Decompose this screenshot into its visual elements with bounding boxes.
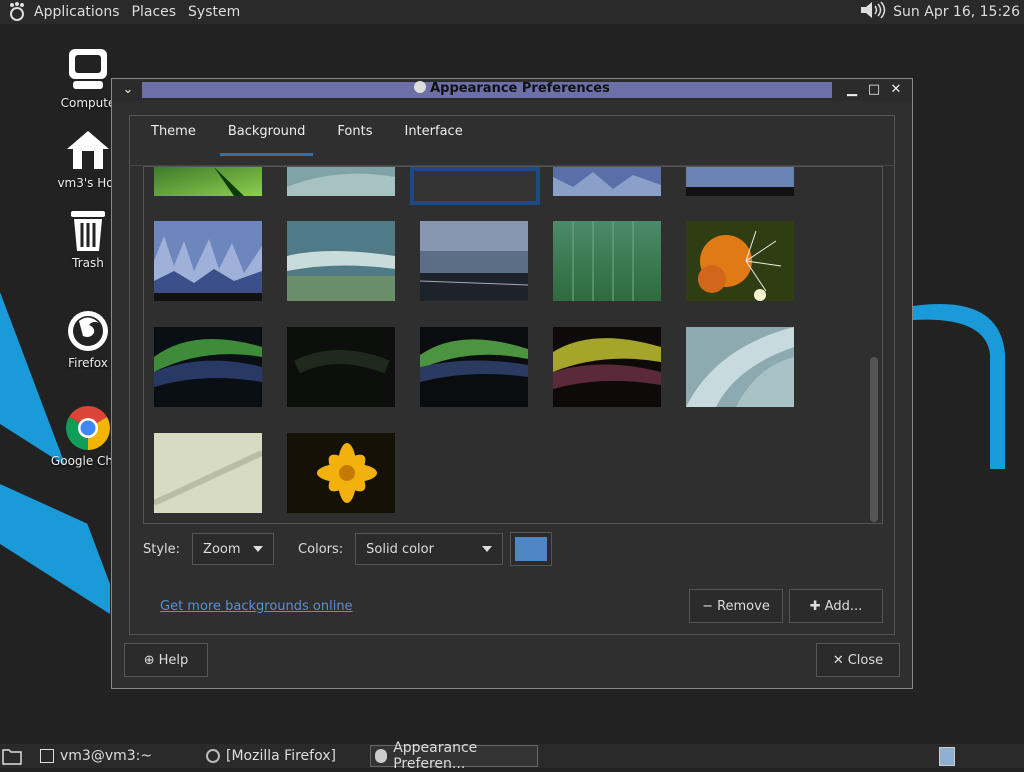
home-icon [64,126,112,174]
window-title-text: Appearance Preferences [430,81,610,96]
style-dropdown[interactable]: Zoom [192,533,275,565]
gallery-scrollbar[interactable] [870,357,878,522]
style-value: Zoom [203,541,241,557]
appearance-shield-icon [414,81,427,93]
background-gallery[interactable] [143,166,883,524]
background-thumb[interactable] [420,327,528,407]
menu-applications[interactable]: Applications [28,4,126,20]
style-label: Style: [143,541,181,557]
background-thumb[interactable] [154,167,262,196]
selected-background-thumb[interactable] [410,167,540,205]
terminal-icon [40,749,54,763]
tab-theme[interactable]: Theme [135,116,212,156]
tab-interface[interactable]: Interface [388,116,478,156]
background-thumb[interactable] [287,327,395,407]
color-swatch [515,537,548,561]
firefox-small-icon [206,749,220,763]
taskbar-item-appearance[interactable]: Appearance Preferen... [370,740,538,772]
window-title: Appearance Preferences [112,79,912,101]
close-window-icon[interactable]: ✕ [888,82,904,98]
taskbar-label: [Mozilla Firefox] [226,748,336,764]
background-thumb[interactable] [686,221,794,301]
trash-icon [64,206,112,254]
minus-icon: − [702,598,714,614]
taskbar-label: vm3@vm3:~ [60,748,153,764]
taskbar-item-firefox[interactable]: [Mozilla Firefox] [206,745,336,767]
top-panel: Applications Places System Sun Apr 16, 1… [0,0,1024,24]
computer-icon [64,46,112,94]
background-thumb[interactable] [154,221,262,301]
add-label: Add... [824,598,863,614]
help-button[interactable]: ⊕ Help [124,643,208,677]
background-thumb[interactable] [553,221,661,301]
menu-places[interactable]: Places [126,4,183,20]
chevron-down-icon [482,546,493,552]
preferences-notebook: Theme Background Fonts Interface Style: … [129,115,895,635]
workspace-switcher[interactable] [939,747,955,766]
background-thumb[interactable] [686,327,794,407]
taskbar-label: Appearance Preferen... [393,740,478,772]
top-menu: Applications Places System [28,0,246,24]
remove-label: Remove [717,598,770,614]
background-thumb[interactable] [287,433,395,513]
minimize-icon[interactable]: ▁ [844,82,860,98]
color-picker-button[interactable] [510,532,553,566]
speaker-icon[interactable] [859,0,887,24]
firefox-icon [64,306,112,354]
background-thumb[interactable] [154,327,262,407]
close-button[interactable]: ✕ Close [816,643,900,677]
chevron-down-icon [253,546,264,552]
style-controls: Style: Zoom Colors: Solid color [143,532,883,566]
help-icon: ⊕ [143,652,155,668]
show-desktop-icon[interactable] [2,745,22,767]
background-thumb[interactable] [553,167,661,196]
bottom-panel: vm3@vm3:~ [Mozilla Firefox] Appearance P… [0,740,1024,772]
tab-fonts[interactable]: Fonts [321,116,388,156]
maximize-icon[interactable]: □ [866,82,882,98]
colors-value: Solid color [366,541,434,557]
tab-strip: Theme Background Fonts Interface [135,116,479,156]
background-thumb[interactable] [420,221,528,301]
more-backgrounds-link[interactable]: Get more backgrounds online [160,599,353,614]
gnome-foot-icon[interactable] [6,1,28,23]
menu-system[interactable]: System [182,4,246,20]
chrome-icon [64,404,112,452]
close-icon: ✕ [832,652,844,668]
help-label: Help [158,652,189,668]
title-bar[interactable]: ⌄ Appearance Preferences ▁ □ ✕ [112,79,912,101]
background-thumb[interactable] [553,327,661,407]
taskbar-item-terminal[interactable]: vm3@vm3:~ [40,745,152,767]
background-thumb[interactable] [686,167,794,196]
appearance-small-icon [375,749,388,763]
clock[interactable]: Sun Apr 16, 15:26 [893,4,1020,20]
background-thumb[interactable] [287,167,395,196]
colors-dropdown[interactable]: Solid color [355,533,504,565]
background-thumb[interactable] [154,433,262,513]
plus-icon: ✚ [809,598,821,614]
top-panel-right: Sun Apr 16, 15:26 [859,0,1020,24]
remove-button[interactable]: − Remove [689,589,783,623]
appearance-preferences-window: ⌄ Appearance Preferences ▁ □ ✕ Theme Bac… [111,78,913,689]
add-button[interactable]: ✚ Add... [789,589,883,623]
colors-label: Colors: [298,541,344,557]
close-label: Close [847,652,884,668]
tab-background[interactable]: Background [212,116,322,156]
background-thumb[interactable] [287,221,395,301]
